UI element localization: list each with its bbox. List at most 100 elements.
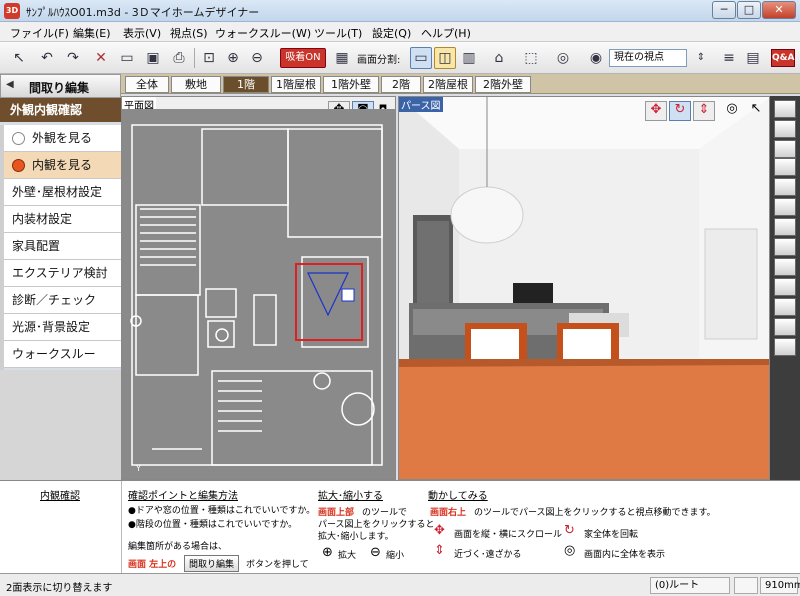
snap-on-button[interactable]: 吸着ON — [280, 48, 326, 68]
perspective-view-label: パース図 — [399, 97, 443, 112]
menu-view[interactable]: 表示(V) — [123, 25, 161, 41]
select-pointer-icon[interactable]: ↖ — [745, 101, 767, 121]
rb-tool-9-icon[interactable] — [774, 258, 796, 276]
print-icon[interactable]: ⎙ — [168, 47, 190, 69]
zoom-in-icon[interactable]: ⊕ — [222, 47, 244, 69]
layout-edit-button[interactable]: ◀ 間取り編集 — [0, 74, 121, 98]
qa-button[interactable]: Q&A — [771, 49, 795, 67]
menu-settings[interactable]: 設定(Q) — [372, 25, 411, 41]
rb-tool-10-icon[interactable] — [774, 278, 796, 296]
help-zoomin-label: 拡大 — [338, 551, 357, 561]
radio-off-icon — [12, 132, 25, 145]
maximize-button[interactable]: □ — [737, 1, 761, 19]
tab-floor1[interactable]: 1階 — [223, 76, 269, 93]
rb-tool-8-icon[interactable] — [774, 238, 796, 256]
close-button[interactable]: ✕ — [762, 1, 796, 19]
help-col2-title: 確認ポイントと編集方法 — [128, 491, 238, 502]
menu-viewpoint[interactable]: 視点(S) — [170, 25, 208, 41]
rb-tool-7-icon[interactable] — [774, 218, 796, 236]
perspective-view[interactable]: パース図 ✥ ↻ ⇕ ◎ ↖ — [398, 96, 770, 480]
radio-interior[interactable]: 内観を見る — [4, 152, 121, 179]
main-toolbar: ↖ ↶ ↷ ✕ ▭ ▣ ⎙ ⊡ ⊕ ⊖ 吸着ON ▦ 画面分割: ▭ ◫ ▥ ⌂… — [0, 42, 800, 74]
zoom-out-help-icon: ⊖ — [370, 545, 381, 560]
box-view-icon[interactable]: ⬚ — [520, 47, 542, 69]
radio-exterior[interactable]: 外観を見る — [4, 125, 121, 152]
rb-tool-13-icon[interactable] — [774, 338, 796, 356]
rb-tool-3-icon[interactable] — [774, 140, 796, 158]
side-item-exterior[interactable]: エクステリア検討 — [4, 260, 121, 287]
right-tool-bar — [770, 96, 800, 480]
side-item-lighting[interactable]: 光源･背景設定 — [4, 314, 121, 341]
help-col4-d: 画面内に全体を表示 — [584, 550, 666, 560]
help-col4-red: 画面右上 — [430, 508, 467, 518]
help-col2-line3: 編集箇所がある場合は、 — [128, 542, 228, 552]
collapse-arrow-icon[interactable]: ◀ — [6, 79, 14, 90]
tab-floor1-wall[interactable]: 1階外壁 — [323, 76, 379, 93]
menu-tool[interactable]: ツール(T) — [314, 25, 362, 41]
minimize-button[interactable]: ─ — [712, 1, 736, 19]
help-col3-title: 拡大･縮小する — [318, 491, 383, 502]
menu-walkthrough[interactable]: ウォークスルー(W) — [215, 25, 311, 41]
zoom-in-help-icon: ⊕ — [322, 545, 333, 560]
tab-floor2-roof[interactable]: 2階屋根 — [423, 76, 473, 93]
help-col4-a: 画面を縦・横にスクロール — [454, 530, 563, 540]
side-item-exterior-material[interactable]: 外壁･屋根材設定 — [4, 179, 121, 206]
side-item-walkthrough[interactable]: ウォークスルー — [4, 341, 121, 368]
help-col4-title: 動かしてみる — [428, 491, 488, 502]
approach-help-icon: ⇕ — [434, 543, 445, 558]
tab-floor1-roof[interactable]: 1階屋根 — [271, 76, 321, 93]
rb-tool-6-icon[interactable] — [774, 198, 796, 216]
rb-tool-12-icon[interactable] — [774, 318, 796, 336]
pan-arrows-icon[interactable]: ✥ — [645, 101, 667, 121]
rb-tool-11-icon[interactable] — [774, 298, 796, 316]
grid-icon[interactable]: ▦ — [331, 47, 353, 69]
list-icon[interactable]: ≡ — [718, 47, 740, 69]
radio-interior-label: 内観を見る — [32, 158, 93, 172]
rb-tool-5-icon[interactable] — [774, 178, 796, 196]
tab-floor2[interactable]: 2階 — [381, 76, 421, 93]
zoom-out-icon[interactable]: ⊖ — [246, 47, 268, 69]
fit-view-icon[interactable]: ◎ — [721, 101, 743, 121]
panel-icon[interactable]: ▤ — [742, 47, 764, 69]
save-icon[interactable]: ▣ — [142, 47, 164, 69]
floor-tabs: 全体 敷地 1階 1階屋根 1階外壁 2階 2階屋根 2階外壁 — [121, 74, 800, 94]
help-layout-edit-button[interactable]: 間取り編集 — [184, 555, 240, 572]
tab-site[interactable]: 敷地 — [171, 76, 221, 93]
single-view-icon[interactable]: ▭ — [410, 47, 432, 69]
pointer-icon[interactable]: ↖ — [8, 47, 30, 69]
rb-tool-2-icon[interactable] — [774, 120, 796, 138]
status-message: 2面表示に切り替えます — [6, 583, 113, 594]
split-view-icon[interactable]: ◫ — [434, 47, 456, 69]
side-item-furniture[interactable]: 家具配置 — [4, 233, 121, 260]
svg-text:Y: Y — [135, 464, 141, 473]
side-item-diagnosis[interactable]: 診断／チェック — [4, 287, 121, 314]
help-col4-c: 家全体を回転 — [584, 530, 639, 540]
menu-bar: ファイル(F) 編集(E) 表示(V) 視点(S) ウォークスルー(W) ツール… — [0, 22, 800, 42]
delete-icon[interactable]: ✕ — [90, 47, 112, 69]
triple-view-icon[interactable]: ▥ — [458, 47, 480, 69]
menu-file[interactable]: ファイル(F) — [10, 25, 69, 41]
rb-tool-4-icon[interactable] — [774, 158, 796, 176]
viewpoint-select[interactable]: 現在の視点 — [609, 49, 687, 67]
tab-all[interactable]: 全体 — [125, 76, 169, 93]
open-folder-icon[interactable]: ▭ — [116, 47, 138, 69]
approach-icon[interactable]: ⇕ — [693, 101, 715, 121]
menu-edit[interactable]: 編集(E) — [73, 25, 111, 41]
help-col4-line1: のツールでパース図上をクリックすると視点移動できます。 — [474, 508, 716, 518]
target-icon[interactable]: ◎ — [552, 47, 574, 69]
tab-floor2-wall[interactable]: 2階外壁 — [475, 76, 531, 93]
help-divider — [121, 481, 122, 573]
status-bar: 2面表示に切り替えます (0)ルート 910mm — [0, 573, 800, 596]
side-item-interior-material[interactable]: 内装材設定 — [4, 206, 121, 233]
rotate-icon[interactable]: ↻ — [669, 101, 691, 121]
rb-tool-1-icon[interactable] — [774, 100, 796, 118]
camera-icon[interactable]: ◉ — [585, 47, 607, 69]
perspective-render — [399, 97, 769, 479]
fit-all-icon[interactable]: ⊡ — [198, 47, 220, 69]
plan-view[interactable]: 平面図 ✥ ◙ ◘ — [121, 96, 396, 480]
menu-help[interactable]: ヘルプ(H) — [421, 25, 471, 41]
redo-icon[interactable]: ↷ — [62, 47, 84, 69]
undo-icon[interactable]: ↶ — [36, 47, 58, 69]
house-view-icon[interactable]: ⌂ — [488, 47, 510, 69]
spin-updown-icon[interactable]: ⇕ — [690, 47, 712, 69]
